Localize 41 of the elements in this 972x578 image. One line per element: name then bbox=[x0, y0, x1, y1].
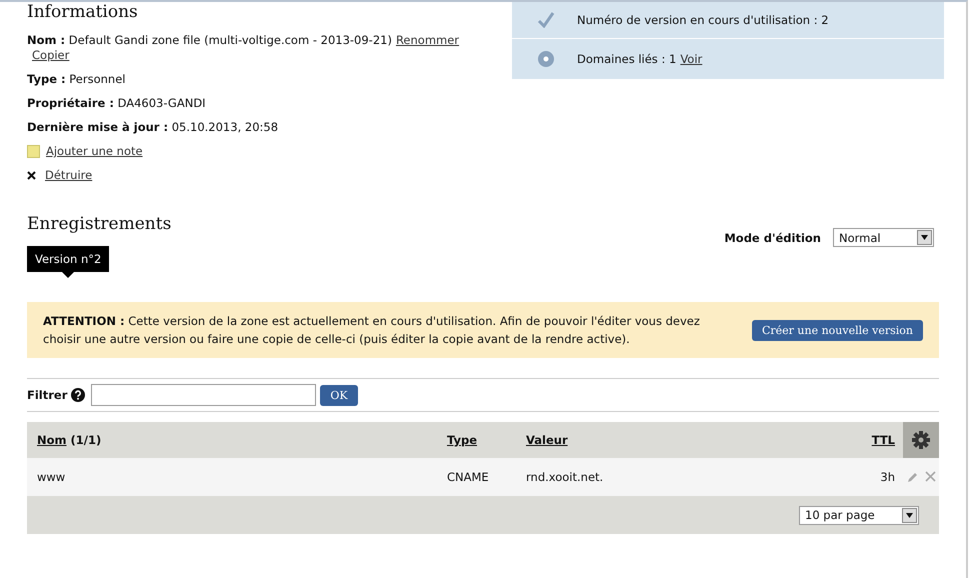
view-link[interactable]: Voir bbox=[680, 52, 702, 66]
field-link[interactable]: Renommer bbox=[396, 33, 460, 47]
per-page-select[interactable]: 10 par page bbox=[799, 506, 919, 524]
edit-icon[interactable] bbox=[906, 471, 918, 483]
table-cell-text: CNAME bbox=[446, 470, 490, 484]
mode-select[interactable]: Normal bbox=[833, 228, 934, 247]
delete-icon[interactable] bbox=[924, 471, 936, 482]
dropdown-arrow-icon bbox=[921, 235, 928, 240]
section-title: Enregistrements bbox=[27, 214, 172, 234]
close-icon bbox=[27, 171, 36, 180]
checkmark-icon bbox=[537, 12, 555, 28]
column-header[interactable]: Nom (1/1) bbox=[27, 433, 437, 447]
status-text: Domaines liés : 1 bbox=[577, 52, 676, 66]
field-text: Type : Personnel bbox=[27, 72, 126, 86]
disc-icon bbox=[537, 50, 555, 68]
version-tooltip: Version n°2 bbox=[27, 246, 110, 272]
help-icon[interactable] bbox=[71, 388, 86, 402]
table-cell-text: rnd.xooit.net. bbox=[525, 470, 604, 484]
field-link[interactable]: Copier bbox=[32, 48, 460, 63]
table-cell-text: 3h bbox=[879, 470, 896, 484]
field-text: Propriétaire : DA4603-GANDI bbox=[27, 96, 206, 110]
action-link[interactable]: Détruire bbox=[45, 168, 92, 183]
table-cell-text: www bbox=[36, 470, 66, 484]
filter-field[interactable] bbox=[91, 384, 316, 406]
ok-button[interactable]: OK bbox=[320, 384, 358, 406]
status-text: Numéro de version en cours d'utilisation : 2 bbox=[577, 13, 829, 27]
column-header[interactable]: Type bbox=[437, 433, 516, 447]
new-version-button[interactable]: Créer une nouvelle version bbox=[752, 320, 923, 340]
filter-label: Filtrer bbox=[27, 388, 68, 402]
section-title: Informations bbox=[27, 2, 139, 22]
note-icon bbox=[27, 145, 40, 158]
tooltip-pointer bbox=[62, 272, 74, 278]
action-link[interactable]: Ajouter une note bbox=[46, 144, 143, 159]
field-text: Dernière mise à jour : 05.10.2013, 20:58 bbox=[27, 120, 278, 134]
dropdown-arrow-icon bbox=[906, 512, 913, 518]
field-text: Nom : Default Gandi zone file (multi-voltige.com - 2013-09-21) bbox=[27, 33, 392, 47]
settings-icon[interactable] bbox=[903, 422, 939, 458]
column-header[interactable]: Valeur bbox=[516, 433, 843, 447]
column-header[interactable]: TTL bbox=[843, 433, 903, 447]
mode-label: Mode d'édition bbox=[724, 230, 821, 244]
warning-text: ATTENTION : Cette version de la zone est actuellement en cours d'utilisation. Afin de pouvoir l'éditer vous devez choisir une autre version ou faire une copie de celle-ci (puis éditer la copie avant de la rendre active). bbox=[43, 313, 701, 348]
